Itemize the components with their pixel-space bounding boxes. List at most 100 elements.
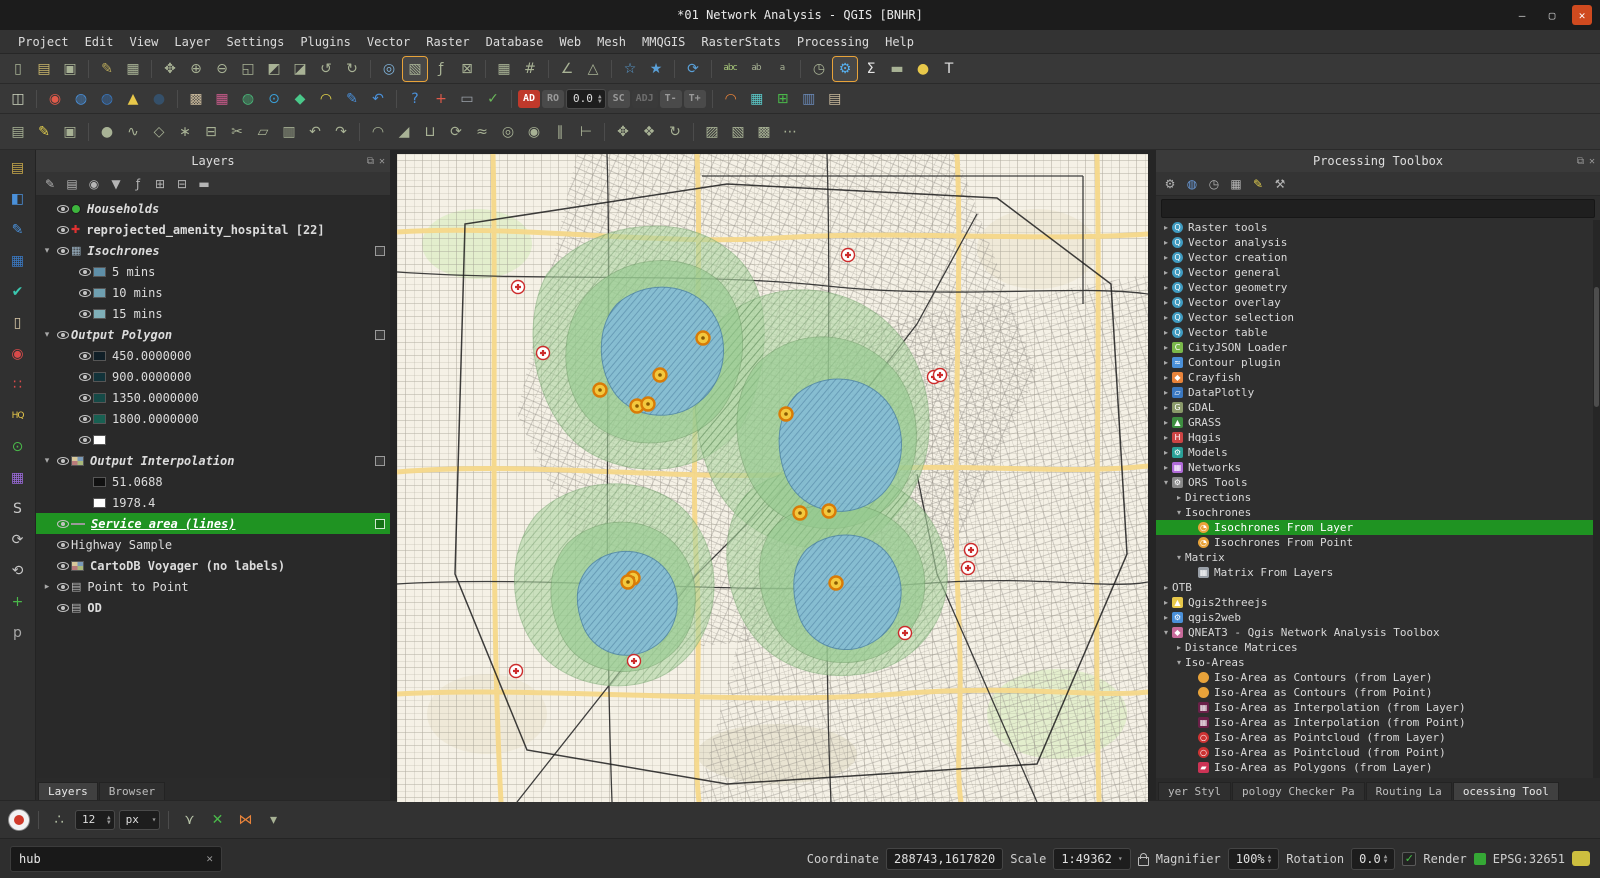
- processing-algorithm-row[interactable]: ○Iso-Area as Pointcloud (from Point): [1156, 745, 1600, 760]
- visibility-toggle[interactable]: [76, 394, 93, 402]
- crs-status-icon[interactable]: [1474, 853, 1486, 865]
- expand-arrow-icon[interactable]: ▸: [1173, 493, 1185, 502]
- expand-arrow-icon[interactable]: ▸: [1160, 418, 1172, 427]
- filter-legend-button[interactable]: ▼: [106, 174, 126, 194]
- menu-edit[interactable]: Edit: [77, 33, 122, 51]
- crs-label[interactable]: EPSG:32651: [1493, 852, 1565, 866]
- osm-search-dock-button[interactable]: ⊙: [5, 435, 31, 459]
- visibility-toggle[interactable]: [54, 226, 71, 234]
- spinner-arrows-icon[interactable]: ▲▼: [104, 815, 111, 825]
- zoom-next-button[interactable]: ↻: [340, 57, 364, 81]
- visibility-toggle[interactable]: [54, 205, 71, 213]
- layer-row[interactable]: ▾Output Polygon: [36, 324, 390, 345]
- merge-features-button[interactable]: ⊔: [418, 120, 442, 144]
- expand-arrow-icon[interactable]: ▸: [1160, 403, 1172, 412]
- style-manager-button[interactable]: ✎: [95, 57, 119, 81]
- add-grid-tool-button[interactable]: ⊞: [771, 87, 795, 111]
- processing-algorithm-row[interactable]: ▸QVector overlay: [1156, 295, 1600, 310]
- processing-algorithm-row[interactable]: ▸QVector selection: [1156, 310, 1600, 325]
- visibility-toggle[interactable]: [76, 310, 93, 318]
- expand-arrow-icon[interactable]: ▸: [1160, 583, 1172, 592]
- magnifier-spinbox[interactable]: 100% ▲▼: [1228, 848, 1280, 870]
- log-messages-button[interactable]: [1572, 851, 1590, 866]
- plugin-tool-b-button[interactable]: ▧: [726, 120, 750, 144]
- processing-algorithm-row[interactable]: ▸HHqgis: [1156, 430, 1600, 445]
- layer-row[interactable]: 1800.0000000: [36, 408, 390, 429]
- menu-help[interactable]: Help: [877, 33, 922, 51]
- vertex-tool-button[interactable]: ∗: [173, 120, 197, 144]
- processing-algorithm-row[interactable]: ▸▲GRASS: [1156, 415, 1600, 430]
- identify-features-button[interactable]: ◎: [377, 57, 401, 81]
- processing-algorithm-row[interactable]: Iso-Area as Contours (from Layer): [1156, 670, 1600, 685]
- right-dock-tab[interactable]: Routing La: [1366, 782, 1452, 800]
- layer-row[interactable]: [36, 429, 390, 450]
- menu-layer[interactable]: Layer: [166, 33, 218, 51]
- sketch-pencil-button[interactable]: ✎: [340, 87, 364, 111]
- minimize-button[interactable]: –: [1512, 5, 1532, 25]
- close-button[interactable]: ✕: [1572, 5, 1592, 25]
- copy-move-feature-button[interactable]: ❖: [637, 120, 661, 144]
- expand-arrow-icon[interactable]: ▾: [1173, 508, 1185, 517]
- processing-algorithm-row[interactable]: ▸≈Contour plugin: [1156, 355, 1600, 370]
- field-calculator-button[interactable]: #: [518, 57, 542, 81]
- cad-t-plus-button[interactable]: T+: [684, 90, 706, 108]
- expand-arrow-icon[interactable]: ▸: [1160, 613, 1172, 622]
- layer-indicator-badge[interactable]: [375, 456, 385, 466]
- layer-row[interactable]: ▤OD: [36, 597, 390, 618]
- proc-history-button[interactable]: ◷: [1204, 174, 1224, 194]
- proc-providers-button[interactable]: ◍: [1182, 174, 1202, 194]
- red-dots-dock-button[interactable]: ∷: [5, 373, 31, 397]
- menu-web[interactable]: Web: [551, 33, 589, 51]
- target-crosshair-button[interactable]: +: [429, 87, 453, 111]
- expand-arrow-icon[interactable]: ▸: [1173, 643, 1185, 652]
- measure-area-button[interactable]: △: [581, 57, 605, 81]
- layer-row[interactable]: 1978.4: [36, 492, 390, 513]
- spinner-arrows-icon[interactable]: ▲▼: [1265, 854, 1272, 864]
- select-features-button[interactable]: ▧: [403, 57, 427, 81]
- proc-results-viewer-button[interactable]: ▦: [1226, 174, 1246, 194]
- browser-globe-dock-button[interactable]: ◉: [5, 342, 31, 366]
- paste-features-button[interactable]: ▥: [277, 120, 301, 144]
- measure-line-button[interactable]: ∠: [555, 57, 579, 81]
- data-source-manager-button[interactable]: ◫: [6, 87, 30, 111]
- layer-row[interactable]: ✚reprojected_amenity_hospital [22]: [36, 219, 390, 240]
- proc-edit-in-place-button[interactable]: ✎: [1248, 174, 1268, 194]
- processing-algorithm-row[interactable]: ▦Iso-Area as Interpolation (from Layer): [1156, 700, 1600, 715]
- cad-snap-common-button[interactable]: SC: [608, 90, 630, 108]
- processing-toolbox-toggle-button[interactable]: ⚙: [833, 57, 857, 81]
- processing-algorithm-row[interactable]: Iso-Area as Contours (from Point): [1156, 685, 1600, 700]
- expand-arrow-icon[interactable]: ▸: [1160, 448, 1172, 457]
- layers-panel-tab[interactable]: Browser: [99, 782, 165, 800]
- beige-tool-button[interactable]: ▤: [823, 87, 847, 111]
- menu-view[interactable]: View: [121, 33, 166, 51]
- processing-algorithm-row[interactable]: ▸QVector table: [1156, 325, 1600, 340]
- expand-arrow-icon[interactable]: ▾: [40, 330, 54, 340]
- menu-plugins[interactable]: Plugins: [292, 33, 359, 51]
- osm-place-search-button[interactable]: ⊙: [262, 87, 286, 111]
- trim-extend-button[interactable]: ⊢: [574, 120, 598, 144]
- panel-close-icon[interactable]: ✕: [379, 156, 385, 167]
- render-checkbox[interactable]: ✓: [1402, 852, 1416, 866]
- manage-map-themes-button[interactable]: ◉: [84, 174, 104, 194]
- project-save-button[interactable]: ▣: [58, 57, 82, 81]
- expand-arrow-icon[interactable]: ▾: [40, 456, 54, 466]
- processing-algorithm-row[interactable]: ▾Iso-Areas: [1156, 655, 1600, 670]
- processing-algorithm-row[interactable]: ▦Matrix From Layers: [1156, 565, 1600, 580]
- layer-row[interactable]: ▾▦Isochrones: [36, 240, 390, 261]
- processing-algorithm-row[interactable]: ▸◆Crayfish: [1156, 370, 1600, 385]
- data-source-dock-button[interactable]: ▤: [5, 156, 31, 180]
- add-green-dock-button[interactable]: +: [5, 590, 31, 614]
- locator-search[interactable]: hub ✕: [10, 846, 222, 872]
- visibility-toggle[interactable]: [54, 583, 71, 591]
- split-features-button[interactable]: ◢: [392, 120, 416, 144]
- menu-settings[interactable]: Settings: [219, 33, 293, 51]
- cad-adjacent-button[interactable]: ADJ: [632, 90, 658, 108]
- scale-combobox[interactable]: 1:49362 ▾: [1053, 848, 1130, 870]
- map-tips-button[interactable]: ●: [911, 57, 935, 81]
- processing-algorithm-row[interactable]: ▸⚙qgis2web: [1156, 610, 1600, 625]
- collapse-all-button[interactable]: ⊟: [172, 174, 192, 194]
- visibility-toggle[interactable]: [54, 457, 71, 465]
- locator-clear-icon[interactable]: ✕: [206, 852, 213, 865]
- select-by-expression-button[interactable]: ƒ: [429, 57, 453, 81]
- processing-algorithm-row[interactable]: ▦Iso-Area as Interpolation (from Point): [1156, 715, 1600, 730]
